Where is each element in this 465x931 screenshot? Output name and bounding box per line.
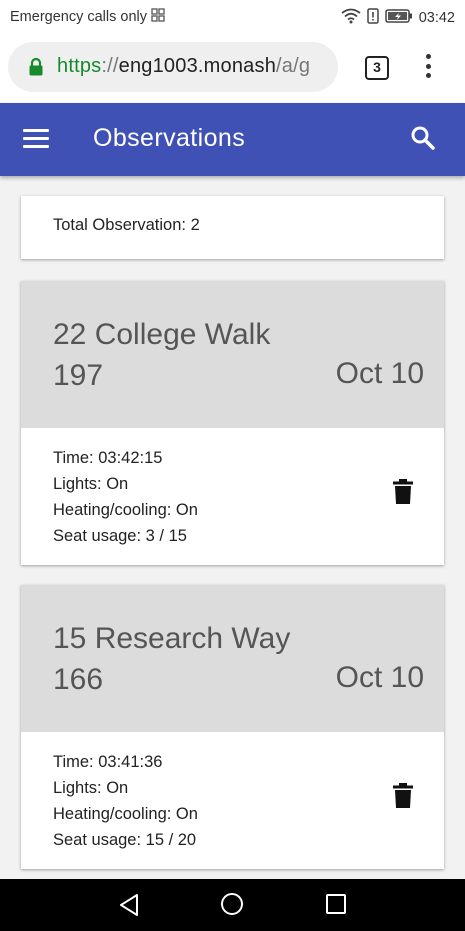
system-navigation-bar <box>0 879 465 931</box>
observation-date: Oct 10 <box>335 661 424 694</box>
observation-seats: Seat usage: 3 / 15 <box>53 527 187 545</box>
status-right: 03:42 <box>341 8 455 28</box>
url-text[interactable]: https://eng1003.monash/a/g <box>57 55 310 78</box>
page-title: Observations <box>93 124 246 152</box>
wifi-icon <box>341 8 361 28</box>
observation-date: Oct 10 <box>335 357 424 390</box>
battery-icon <box>384 9 413 27</box>
observation-time: Time: 03:42:15 <box>53 449 163 467</box>
observation-card: 15 Research Way 166 Oct 10 Time: 03:41:3… <box>21 585 444 869</box>
tab-switcher-button[interactable]: 3 <box>365 56 389 80</box>
status-bar: Emergency calls only 03:42 <box>0 0 465 34</box>
url-separator: :// <box>101 55 119 77</box>
observation-heating: Heating/cooling: On <box>53 501 198 519</box>
sim-icon <box>151 8 165 26</box>
url-host: eng1003.monash <box>118 55 277 77</box>
delete-trash-icon[interactable] <box>393 783 413 808</box>
browser-toolbar: https://eng1003.monash/a/g 3 <box>0 34 465 103</box>
observation-address: 22 College Walk 197 <box>53 314 270 396</box>
search-icon[interactable] <box>410 125 436 151</box>
address-line-1: 22 College Walk <box>53 318 271 351</box>
observation-details: Time: 03:42:15 Lights: On Heating/coolin… <box>21 428 444 565</box>
observation-heating: Heating/cooling: On <box>53 805 198 823</box>
observation-address: 15 Research Way 166 <box>53 618 290 700</box>
status-left: Emergency calls only <box>10 8 165 26</box>
observation-lights: Lights: On <box>53 779 129 797</box>
observation-details: Time: 03:41:36 Lights: On Heating/coolin… <box>21 732 444 869</box>
total-observations-text: Total Observation: 2 <box>53 216 200 234</box>
lock-icon[interactable] <box>28 57 44 77</box>
recent-apps-icon[interactable] <box>326 894 346 914</box>
clock-time: 03:42 <box>418 10 455 26</box>
observation-header: 15 Research Way 166 Oct 10 <box>21 585 444 732</box>
address-line-2: 197 <box>53 359 104 392</box>
back-icon[interactable] <box>118 893 140 922</box>
url-path: /a/g <box>276 55 311 77</box>
observation-header: 22 College Walk 197 Oct 10 <box>21 281 444 428</box>
observation-time: Time: 03:41:36 <box>53 753 163 771</box>
more-options-icon[interactable] <box>420 54 436 82</box>
hamburger-menu-icon[interactable] <box>23 129 49 151</box>
address-line-2: 166 <box>53 663 104 696</box>
total-observations-card: Total Observation: 2 <box>21 196 444 259</box>
url-scheme: https <box>57 55 102 77</box>
observation-lights: Lights: On <box>53 475 129 493</box>
address-line-1: 15 Research Way <box>53 622 291 655</box>
address-bar[interactable]: https://eng1003.monash/a/g <box>8 42 338 92</box>
observation-card: 22 College Walk 197 Oct 10 Time: 03:42:1… <box>21 281 444 565</box>
app-bar: Observations <box>0 103 465 176</box>
observation-seats: Seat usage: 15 / 20 <box>53 831 197 849</box>
delete-trash-icon[interactable] <box>393 479 413 504</box>
alert-icon <box>366 8 379 28</box>
carrier-text: Emergency calls only <box>10 9 147 25</box>
home-icon[interactable] <box>221 893 243 915</box>
